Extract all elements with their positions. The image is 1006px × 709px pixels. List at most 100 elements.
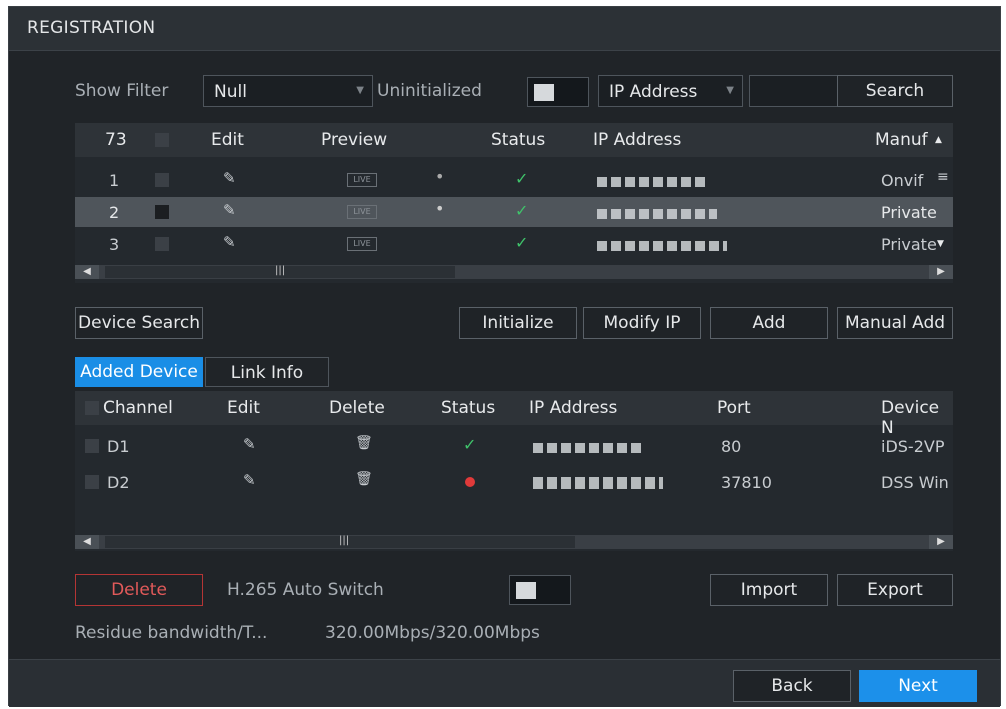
scroll-left-icon[interactable]: ◀ xyxy=(75,265,99,279)
col-edit: Edit xyxy=(227,398,260,418)
search-input[interactable] xyxy=(749,75,839,107)
export-button[interactable]: Export xyxy=(837,574,953,606)
select-all-checkbox[interactable] xyxy=(85,401,99,415)
select-all-checkbox[interactable] xyxy=(155,133,169,147)
tab-link-info[interactable]: Link Info xyxy=(205,357,329,387)
table-row[interactable]: D1 ✎ 🗑 ✓ 80 iDS-2VP xyxy=(75,431,953,461)
device-name-value: iDS-2VP xyxy=(881,437,945,456)
manufacturer-value: Onvif xyxy=(881,171,924,190)
col-status: Status xyxy=(441,398,496,418)
horizontal-scrollbar[interactable]: ◀ ||| ▶ xyxy=(75,265,953,279)
pencil-icon[interactable]: ✎ xyxy=(243,471,256,489)
scroll-grip-icon: ||| xyxy=(339,535,350,546)
horizontal-scrollbar[interactable]: ◀ ||| ▶ xyxy=(75,535,953,549)
table-row-selected[interactable]: 2 ✎ LIVE • ✓ Private xyxy=(75,197,953,227)
bullet-mark: • xyxy=(435,167,445,186)
port-value: 37810 xyxy=(721,473,772,492)
delete-button[interactable]: Delete xyxy=(75,574,203,606)
device-search-button[interactable]: Device Search xyxy=(75,307,203,339)
next-button[interactable]: Next xyxy=(859,670,977,702)
ip-address-value xyxy=(597,177,707,187)
row-number: 2 xyxy=(109,203,120,222)
import-button[interactable]: Import xyxy=(710,574,828,606)
col-manufacturer: Manuf xyxy=(875,130,928,150)
chevron-down-icon: ▼ xyxy=(356,85,364,96)
modify-ip-button[interactable]: Modify IP xyxy=(583,307,701,339)
pencil-icon[interactable]: ✎ xyxy=(223,169,236,187)
table-row[interactable]: D2 ✎ 🗑 37810 DSS Win xyxy=(75,467,953,497)
live-preview-icon[interactable]: LIVE xyxy=(347,205,377,219)
chevron-down-icon: ▼ xyxy=(726,85,734,96)
scroll-left-icon[interactable]: ◀ xyxy=(75,535,99,549)
channel-value: D1 xyxy=(107,437,130,456)
table-header: 73 Edit Preview Status IP Address Manuf … xyxy=(75,123,953,157)
row-checkbox[interactable] xyxy=(85,439,99,453)
search-type-value: IP Address xyxy=(609,82,698,102)
result-count: 73 xyxy=(105,130,127,150)
ip-address-value xyxy=(533,443,643,453)
added-device-table: Channel Edit Delete Status IP Address Po… xyxy=(75,391,953,551)
device-search-table: 73 Edit Preview Status IP Address Manuf … xyxy=(75,123,953,283)
uninitialized-label: Uninitialized xyxy=(377,81,482,101)
check-icon: ✓ xyxy=(515,201,529,220)
dialog-title: REGISTRATION xyxy=(27,18,156,38)
manufacturer-value: Private xyxy=(881,203,937,222)
search-type-select[interactable]: IP Address ▼ xyxy=(598,75,743,107)
residue-bandwidth-value: 320.00Mbps/320.00Mbps xyxy=(325,623,540,643)
table-header: Channel Edit Delete Status IP Address Po… xyxy=(75,391,953,438)
row-checkbox[interactable] xyxy=(85,475,99,489)
table-row[interactable]: 1 ✎ LIVE • ✓ Onvif ≡ xyxy=(75,165,953,195)
search-button[interactable]: Search xyxy=(837,75,953,107)
table-row[interactable]: 3 ✎ LIVE ✓ Private ▼ xyxy=(75,229,953,259)
col-ip-address: IP Address xyxy=(593,130,682,150)
scroll-up-icon[interactable]: ▲ xyxy=(935,135,942,145)
toggle-knob xyxy=(516,582,536,599)
manual-add-button[interactable]: Manual Add xyxy=(837,307,953,339)
col-delete: Delete xyxy=(329,398,385,418)
registration-dialog: REGISTRATION Show Filter Null ▼ Uninitia… xyxy=(8,6,1001,707)
show-filter-label: Show Filter xyxy=(75,81,169,101)
scroll-right-icon[interactable]: ▶ xyxy=(929,535,953,549)
trash-icon[interactable]: 🗑 xyxy=(355,435,373,451)
live-preview-icon[interactable]: LIVE xyxy=(347,237,377,251)
pencil-icon[interactable]: ✎ xyxy=(243,435,256,453)
pencil-icon[interactable]: ✎ xyxy=(223,233,236,251)
scroll-down-icon[interactable]: ▼ xyxy=(937,239,944,249)
h265-auto-switch-toggle[interactable] xyxy=(509,575,571,605)
ip-address-value xyxy=(597,209,717,219)
check-icon: ✓ xyxy=(515,169,529,188)
row-number: 3 xyxy=(109,235,120,254)
toggle-knob xyxy=(534,84,554,101)
row-checkbox[interactable] xyxy=(155,237,169,251)
back-button[interactable]: Back xyxy=(733,670,851,702)
col-edit: Edit xyxy=(211,130,244,150)
red-dot-icon xyxy=(465,477,475,487)
col-port: Port xyxy=(717,398,751,418)
show-filter-select[interactable]: Null ▼ xyxy=(203,75,373,107)
title-bar: REGISTRATION xyxy=(9,7,1000,51)
initialize-button[interactable]: Initialize xyxy=(459,307,577,339)
row-checkbox[interactable] xyxy=(155,173,169,187)
scroll-grip-icon: ||| xyxy=(275,265,286,276)
bullet-mark: • xyxy=(435,199,445,218)
check-icon: ✓ xyxy=(515,233,529,252)
ip-address-value xyxy=(597,241,727,251)
live-preview-icon[interactable]: LIVE xyxy=(347,173,377,187)
trash-icon[interactable]: 🗑 xyxy=(355,471,373,487)
channel-value: D2 xyxy=(107,473,130,492)
col-status: Status xyxy=(491,130,546,150)
show-filter-value: Null xyxy=(214,82,247,102)
menu-lines-icon[interactable]: ≡ xyxy=(937,169,949,185)
scroll-right-icon[interactable]: ▶ xyxy=(929,265,953,279)
col-preview: Preview xyxy=(321,130,388,150)
uninitialized-toggle[interactable] xyxy=(527,77,589,107)
tab-added-device[interactable]: Added Device xyxy=(75,357,203,387)
col-channel: Channel xyxy=(103,398,173,418)
row-checkbox[interactable] xyxy=(155,205,169,219)
footer-bar: Back Next xyxy=(9,659,1000,707)
col-ip-address: IP Address xyxy=(529,398,618,418)
add-button[interactable]: Add xyxy=(710,307,828,339)
row-number: 1 xyxy=(109,171,120,190)
pencil-icon[interactable]: ✎ xyxy=(223,201,236,219)
device-name-value: DSS Win xyxy=(881,473,949,492)
